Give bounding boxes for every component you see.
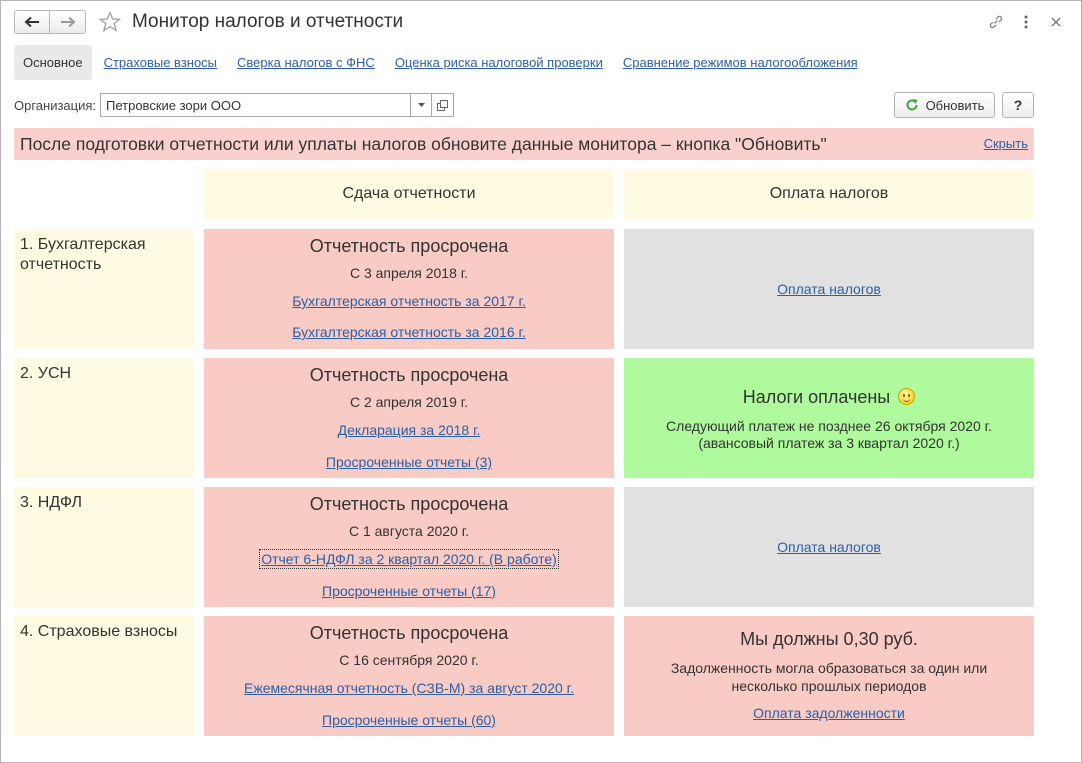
tab-fns-reconciliation[interactable]: Сверка налогов с ФНС (237, 55, 375, 70)
reporting-since: С 1 августа 2020 г. (348, 523, 470, 539)
chevron-down-icon (417, 103, 425, 107)
banner-hide-link[interactable]: Скрыть (984, 136, 1028, 151)
reporting-since: С 16 сентября 2020 г. (339, 652, 479, 668)
tab-tax-regimes[interactable]: Сравнение режимов налогообложения (623, 55, 858, 70)
close-icon[interactable] (1046, 12, 1066, 32)
pay-taxes-link[interactable]: Оплата налогов (777, 539, 881, 555)
refresh-button[interactable]: Обновить (894, 92, 995, 118)
szvm-report-link[interactable]: Ежемесячная отчетность (СЗВ-М) за август… (244, 680, 574, 696)
organization-input[interactable]: Петровские зори ООО (100, 93, 411, 117)
payment-status: Налоги оплачены (624, 387, 1034, 408)
reporting-link-2017[interactable]: Бухгалтерская отчетность за 2017 г. (292, 293, 526, 309)
info-banner: После подготовки отчетности или уплаты н… (14, 128, 1034, 160)
reporting-status: Отчетность просрочена (309, 236, 509, 256)
title-bar: Монитор налогов и отчетности (1, 1, 1081, 43)
reporting-status: Отчетность просрочена (309, 365, 509, 385)
forward-button[interactable] (50, 10, 86, 34)
organization-dropdown-button[interactable] (410, 93, 432, 117)
column-header-payment: Оплата налогов (624, 169, 1034, 219)
organization-open-button[interactable] (432, 93, 454, 117)
pay-taxes-link[interactable]: Оплата налогов (777, 281, 881, 297)
row-label-insurance: 4. Страховые взносы (14, 616, 194, 736)
tab-insurance[interactable]: Страховые взносы (104, 55, 217, 70)
link-icon[interactable] (986, 12, 1006, 32)
arrow-left-icon (24, 16, 39, 28)
reporting-cell-usn: Отчетность просрочена С 2 апреля 2019 г.… (204, 358, 614, 478)
debt-note-line2: несколько прошлых периодов (731, 678, 927, 694)
declaration-2018-link[interactable]: Декларация за 2018 г. (338, 422, 481, 438)
reporting-since: С 3 апреля 2018 г. (349, 265, 469, 281)
smiley-icon (898, 388, 916, 405)
reporting-cell-insurance: Отчетность просрочена С 16 сентября 2020… (204, 616, 614, 736)
payment-cell-insurance: Мы должны 0,30 руб. Задолженность могла … (624, 616, 1034, 736)
refresh-icon (906, 99, 918, 111)
reporting-cell-accounting: Отчетность просрочена С 3 апреля 2018 г.… (204, 229, 614, 349)
tab-main[interactable]: Основное (14, 44, 92, 80)
banner-text: После подготовки отчетности или уплаты н… (20, 133, 827, 154)
tab-audit-risk[interactable]: Оценка риска налоговой проверки (395, 55, 603, 70)
payment-next-date: Следующий платеж не позднее 26 октября 2… (666, 418, 992, 434)
overdue-reports-link[interactable]: Просроченные отчеты (3) (326, 454, 492, 470)
reporting-status: Отчетность просрочена (309, 494, 509, 514)
payment-cell-ndfl: Оплата налогов (624, 487, 1034, 607)
back-button[interactable] (14, 10, 50, 34)
report-6ndfl-link[interactable]: Отчет 6-НДФЛ за 2 квартал 2020 г. (В раб… (259, 549, 559, 569)
payment-cell-accounting: Оплата налогов (624, 229, 1034, 349)
refresh-label: Обновить (925, 97, 985, 113)
arrow-right-icon (60, 16, 75, 28)
open-form-icon (437, 99, 448, 111)
pay-debt-link[interactable]: Оплата задолженности (753, 705, 905, 721)
debt-status: Мы должны 0,30 руб. (740, 629, 918, 649)
debt-note-line1: Задолженность могла образоваться за один… (670, 660, 988, 676)
more-vertical-icon[interactable] (1016, 12, 1036, 32)
organization-label: Организация: (14, 98, 97, 113)
payment-next-note: (авансовый платеж за 3 квартал 2020 г.) (698, 435, 960, 451)
overdue-reports-link[interactable]: Просроченные отчеты (60) (322, 712, 496, 728)
payment-cell-usn: Налоги оплачены Следующий платеж не позд… (624, 358, 1034, 478)
reporting-status: Отчетность просрочена (309, 623, 509, 643)
reporting-since: С 2 апреля 2019 г. (349, 394, 469, 410)
row-label-ndfl: 3. НДФЛ (14, 487, 194, 607)
overdue-reports-link[interactable]: Просроченные отчеты (17) (322, 583, 496, 599)
main-window: Монитор налогов и отчетности Основное Ст… (0, 0, 1082, 763)
window-title: Монитор налогов и отчетности (132, 11, 404, 32)
row-label-usn: 2. УСН (14, 358, 194, 478)
reporting-link-2016[interactable]: Бухгалтерская отчетность за 2016 г. (292, 324, 526, 340)
reporting-cell-ndfl: Отчетность просрочена С 1 августа 2020 г… (204, 487, 614, 607)
tab-bar: Основное Страховые взносы Сверка налогов… (14, 44, 878, 80)
star-icon[interactable] (98, 10, 122, 34)
help-button[interactable]: ? (1002, 92, 1034, 118)
column-header-reporting: Сдача отчетности (204, 169, 614, 219)
row-label-accounting: 1. Бухгалтерская отчетность (14, 229, 194, 349)
